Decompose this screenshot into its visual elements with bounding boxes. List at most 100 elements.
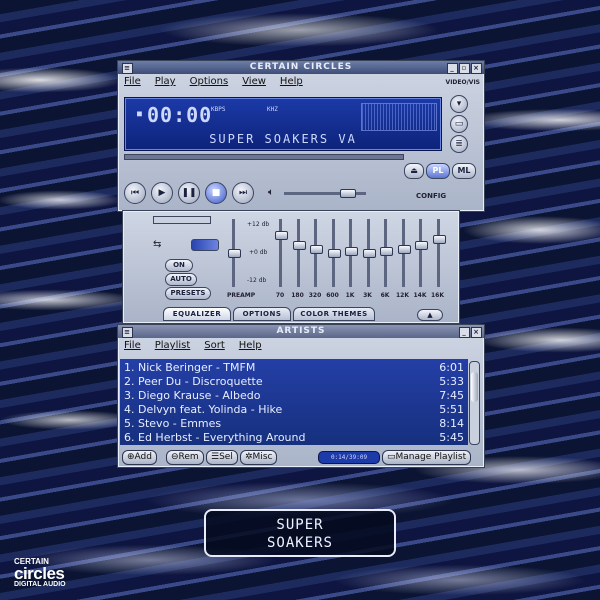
window-toggle-button-1[interactable]: ▾ xyxy=(450,95,468,113)
track-name: 5. Stevo - Emmes xyxy=(124,417,222,430)
window-toggle-button-2[interactable]: ▭ xyxy=(450,115,468,133)
eq-collapse-button[interactable]: ▲ xyxy=(417,309,443,321)
total-time-display: 0:14/39:09 xyxy=(318,451,380,464)
main-title: CERTAIN CIRCLES xyxy=(249,62,353,72)
track-name: 4. Delvyn feat. Yolinda - Hike xyxy=(124,403,283,416)
track-list: 1. Nick Beringer - TMFM 6:01 2. Peer Du -… xyxy=(120,359,468,445)
pl-menu-playlist[interactable]: Playlist xyxy=(155,338,191,353)
tab-color-themes[interactable]: COLOR THEMES xyxy=(293,307,375,321)
preamp-slider-knob[interactable] xyxy=(228,249,241,258)
add-icon: ⊕ xyxy=(127,452,135,462)
track-row[interactable]: 2. Peer Du - Discroquette 5:33 xyxy=(120,375,468,389)
eq-band-slider-track[interactable] xyxy=(279,219,282,287)
minimize-icon[interactable]: _ xyxy=(447,63,458,74)
release-title-line1: SUPER xyxy=(276,517,324,533)
tab-equalizer[interactable]: EQUALIZER xyxy=(163,307,231,321)
eq-band-slider-knob[interactable] xyxy=(292,241,306,250)
track-name: 1. Nick Beringer - TMFM xyxy=(124,361,256,374)
menu-help[interactable]: Help xyxy=(280,74,303,89)
pl-menu-file[interactable]: File xyxy=(124,338,141,353)
eq-band-slider-track[interactable] xyxy=(419,219,422,287)
folder-icon: ▭ xyxy=(387,452,396,462)
menu-options[interactable]: Options xyxy=(190,74,229,89)
misc-button[interactable]: ✲Misc xyxy=(240,450,278,465)
close-icon[interactable]: × xyxy=(471,63,482,74)
eject-button[interactable]: ⏏ xyxy=(404,163,424,179)
brand-logo: CERTAIN circles DIGITAL AUDIO xyxy=(14,558,66,589)
eq-db-mid: +0 db xyxy=(249,249,268,256)
scrollbar-thumb[interactable] xyxy=(471,372,478,402)
play-indicator-icon: ■ xyxy=(137,109,142,118)
main-titlebar[interactable]: CERTAIN CIRCLES ≡ _ ▫ × xyxy=(118,61,484,74)
eq-band-slider-knob[interactable] xyxy=(362,249,376,258)
brand-line2: circles xyxy=(14,564,65,583)
remove-icon: ⊖ xyxy=(171,452,179,462)
preamp-label: PREAMP xyxy=(227,292,256,299)
play-button[interactable]: ▶ xyxy=(151,182,173,204)
eq-band-slider-knob[interactable] xyxy=(380,247,393,256)
menu-icon[interactable]: ≡ xyxy=(122,63,133,74)
time-display[interactable]: 00:00 xyxy=(147,103,212,127)
playlist-titlebar[interactable]: ARTISTS ≡ _ × xyxy=(118,325,484,338)
eq-band-slider-track[interactable] xyxy=(436,219,440,287)
track-row[interactable]: 4. Delvyn feat. Yolinda - Hike 5:51 xyxy=(120,403,468,417)
stop-button[interactable]: ■ xyxy=(205,182,227,204)
media-library-button[interactable]: ML xyxy=(452,163,476,179)
menu-view[interactable]: View xyxy=(242,74,266,89)
track-row[interactable]: 1. Nick Beringer - TMFM 6:01 xyxy=(120,361,468,375)
eq-auto-button[interactable]: AUTO xyxy=(165,273,197,286)
eq-band-label: 180 xyxy=(291,292,304,299)
track-time: 8:14 xyxy=(439,417,464,430)
eq-band-label: 16K xyxy=(431,292,444,299)
eq-band-slider-knob[interactable] xyxy=(415,241,428,250)
eq-band-slider-track[interactable] xyxy=(296,219,300,287)
shuffle-toggle[interactable] xyxy=(191,239,219,251)
eq-band-slider-knob[interactable] xyxy=(345,247,358,256)
select-label: Sel xyxy=(219,452,233,462)
volume-knob[interactable] xyxy=(340,189,356,198)
playlist-window: ARTISTS ≡ _ × File Playlist Sort Help 1.… xyxy=(117,324,485,468)
eq-band-label: 14K xyxy=(413,292,427,299)
main-player-window: CERTAIN CIRCLES ≡ _ ▫ × File Play Option… xyxy=(117,60,485,212)
next-button[interactable]: ⏭ xyxy=(232,182,254,204)
playlist-toggle-button[interactable]: PL xyxy=(426,163,450,179)
maximize-icon[interactable]: ▫ xyxy=(459,63,470,74)
eq-on-button[interactable]: ON xyxy=(165,259,193,272)
repeat-icon[interactable]: ⇆ xyxy=(153,239,161,250)
pause-button[interactable]: ❚❚ xyxy=(178,182,200,204)
window-toggle-button-3[interactable]: ≣ xyxy=(450,135,468,153)
playlist-scrollbar[interactable] xyxy=(469,361,480,445)
balance-slider[interactable] xyxy=(153,216,211,224)
remove-button[interactable]: ⊖Rem xyxy=(166,450,204,465)
eq-band-slider-knob[interactable] xyxy=(310,245,323,254)
eq-band-slider-knob[interactable] xyxy=(432,235,446,244)
manage-playlist-button[interactable]: ▭Manage Playlist xyxy=(382,450,472,465)
playlist-minimize-icon[interactable]: _ xyxy=(459,327,470,338)
eq-band-slider-knob[interactable] xyxy=(397,245,411,254)
tab-options[interactable]: OPTIONS xyxy=(233,307,291,321)
menu-play[interactable]: Play xyxy=(155,74,176,89)
menu-file[interactable]: File xyxy=(124,74,141,89)
pl-menu-help[interactable]: Help xyxy=(239,338,262,353)
track-row[interactable]: 5. Stevo - Emmes 8:14 xyxy=(120,417,468,431)
track-time: 5:51 xyxy=(439,403,464,416)
select-button[interactable]: ☰Sel xyxy=(206,450,238,465)
eq-band-slider-knob[interactable] xyxy=(327,249,341,258)
playlist-menu-icon[interactable]: ≡ xyxy=(122,327,133,338)
khz-label: KHZ xyxy=(267,106,278,113)
playlist-title: ARTISTS xyxy=(276,326,326,336)
eq-db-top: +12 db xyxy=(247,221,270,228)
visualizer[interactable] xyxy=(361,103,437,131)
eq-band-slider-knob[interactable] xyxy=(275,231,288,240)
track-row[interactable]: 6. Ed Herbst - Everything Around 5:45 xyxy=(120,431,468,445)
previous-button[interactable]: ⏮ xyxy=(124,182,146,204)
seek-bar[interactable] xyxy=(124,154,404,160)
eq-presets-button[interactable]: PRESETS xyxy=(165,287,211,300)
track-title-display[interactable]: SUPER SOAKERS VA xyxy=(125,132,441,146)
add-button[interactable]: ⊕Add xyxy=(122,450,157,465)
misc-label: Misc xyxy=(252,452,273,462)
pl-menu-sort[interactable]: Sort xyxy=(204,338,225,353)
playlist-close-icon[interactable]: × xyxy=(471,327,482,338)
config-label[interactable]: CONFIG xyxy=(416,192,446,200)
track-row[interactable]: 3. Diego Krause - Albedo 7:45 xyxy=(120,389,468,403)
